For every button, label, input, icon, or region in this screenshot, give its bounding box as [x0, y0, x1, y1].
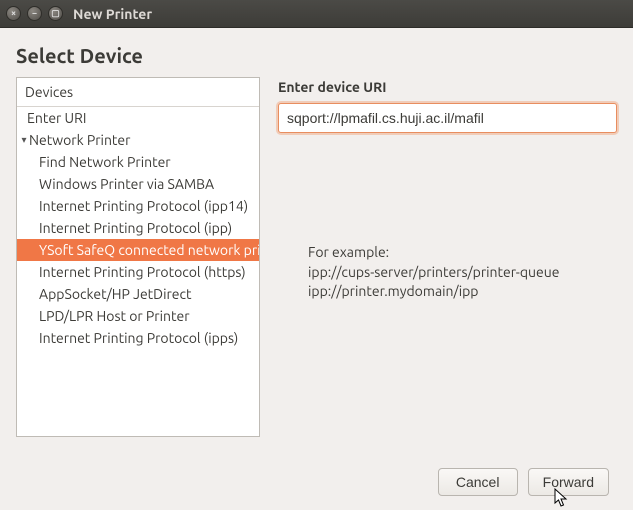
uri-example-heading: For example: [308, 243, 617, 263]
device-list[interactable]: Enter URI ▾ Network Printer Find Network… [17, 107, 259, 436]
chevron-down-icon: ▾ [19, 135, 29, 145]
titlebar: × − ▢ New Printer [0, 0, 633, 28]
device-ysoft-safeq[interactable]: YSoft SafeQ connected network printer [17, 239, 259, 261]
device-uri-input[interactable] [278, 103, 617, 133]
dialog-body: Devices Enter URI ▾ Network Printer Find… [16, 77, 617, 456]
uri-panel: Enter device URI For example: ipp://cups… [278, 77, 617, 456]
device-enter-uri[interactable]: Enter URI [17, 107, 259, 129]
device-network-printer-label: Network Printer [29, 133, 130, 147]
device-lpd[interactable]: LPD/LPR Host or Printer [17, 305, 259, 327]
dialog-content: Select Device Devices Enter URI ▾ Networ… [0, 28, 633, 510]
minimize-icon[interactable]: − [27, 6, 42, 21]
device-appsocket[interactable]: AppSocket/HP JetDirect [17, 283, 259, 305]
dialog-footer: Cancel Forward [16, 456, 617, 510]
devices-box: Devices Enter URI ▾ Network Printer Find… [16, 77, 260, 437]
device-find-network-printer[interactable]: Find Network Printer [17, 151, 259, 173]
forward-button[interactable]: Forward [528, 468, 609, 496]
page-title: Select Device [16, 44, 617, 67]
device-ipp[interactable]: Internet Printing Protocol (ipp) [17, 217, 259, 239]
cancel-button[interactable]: Cancel [438, 468, 518, 496]
window-buttons: × − ▢ [6, 6, 63, 21]
uri-example-line2: ipp://printer.mydomain/ipp [308, 282, 617, 302]
device-ipp-https[interactable]: Internet Printing Protocol (https) [17, 261, 259, 283]
device-ipps[interactable]: Internet Printing Protocol (ipps) [17, 327, 259, 349]
devices-header: Devices [17, 78, 259, 107]
uri-label: Enter device URI [278, 79, 617, 95]
window-title: New Printer [73, 6, 152, 22]
maximize-icon[interactable]: ▢ [48, 6, 63, 21]
device-panel: Devices Enter URI ▾ Network Printer Find… [16, 77, 260, 456]
uri-example-line1: ipp://cups-server/printers/printer-queue [308, 263, 617, 283]
device-network-printer-group[interactable]: ▾ Network Printer [17, 129, 259, 151]
close-icon[interactable]: × [6, 6, 21, 21]
uri-example: For example: ipp://cups-server/printers/… [278, 243, 617, 302]
device-windows-samba[interactable]: Windows Printer via SAMBA [17, 173, 259, 195]
device-ipp14[interactable]: Internet Printing Protocol (ipp14) [17, 195, 259, 217]
